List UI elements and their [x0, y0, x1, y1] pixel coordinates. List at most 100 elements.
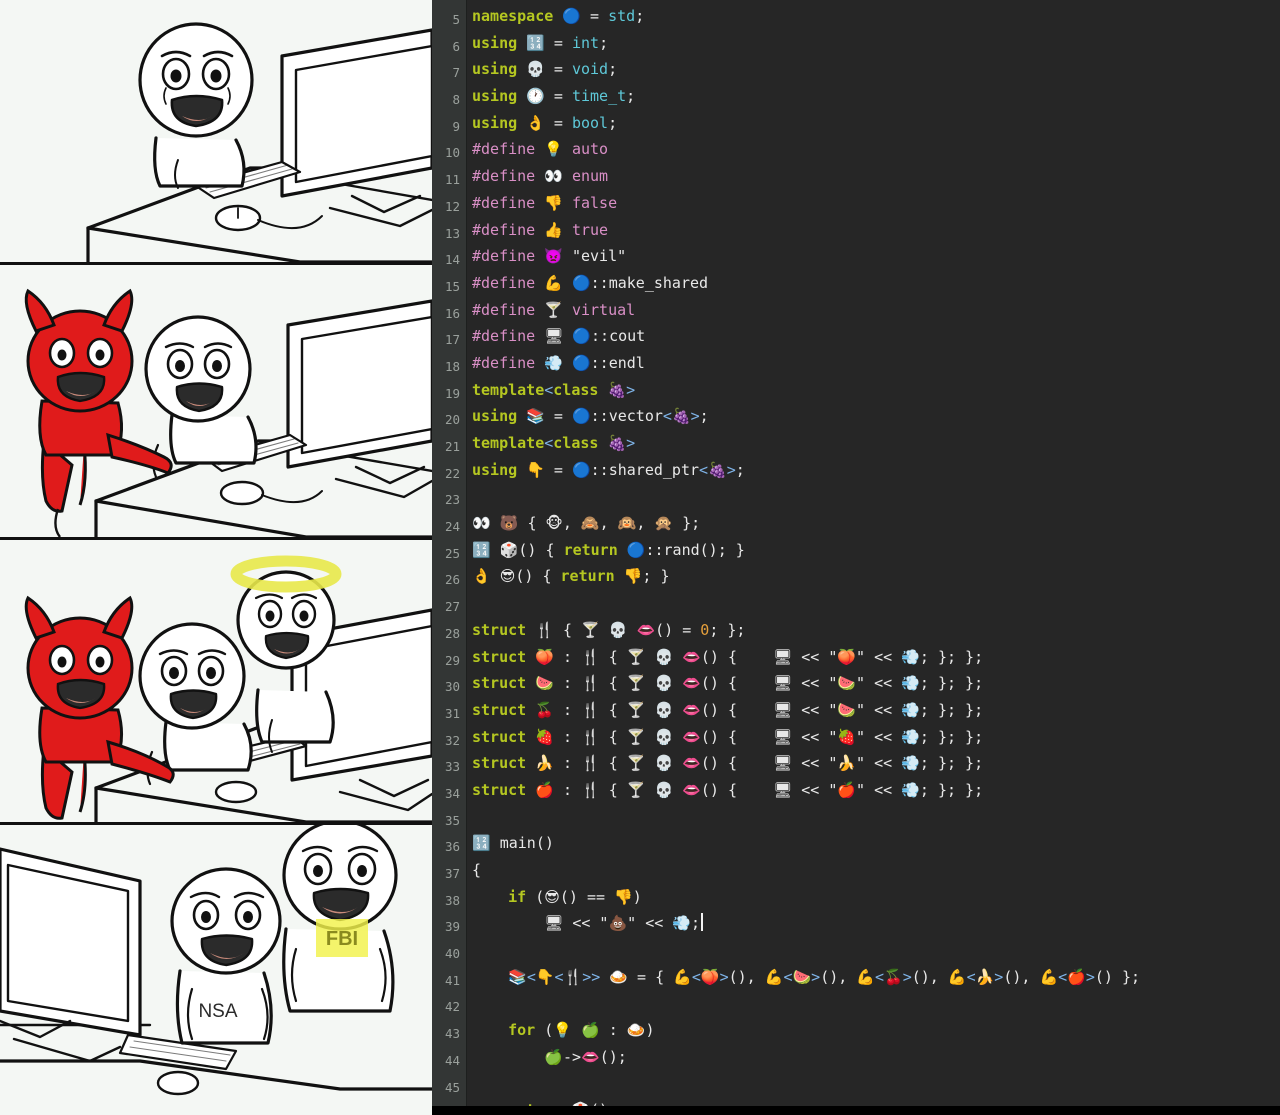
punc-token: (): [535, 834, 554, 853]
emoji-token: 😎: [499, 567, 516, 586]
code-line[interactable]: 11 #define 👀 enum: [432, 163, 1280, 190]
emoji-token: 🍇: [607, 380, 627, 399]
code-line[interactable]: 36 🔢 main(): [432, 830, 1280, 857]
code-line[interactable]: 17 #define 🖥 🔵::cout: [432, 323, 1280, 350]
code-line-text: #define 👎 false: [472, 194, 617, 212]
ang-token: <: [699, 460, 709, 479]
emoji-token: 🖥: [773, 727, 793, 746]
code-line[interactable]: 27: [432, 590, 1280, 617]
code-line[interactable]: 6 using 🔢 = int;: [432, 30, 1280, 57]
punc-token: () {: [518, 540, 564, 559]
code-line[interactable]: 12 #define 👎 false: [432, 190, 1280, 217]
code-line[interactable]: 35: [432, 804, 1280, 831]
punc-token: ;: [608, 60, 618, 79]
code-line-text: #define 👿 "evil": [472, 247, 626, 265]
code-line[interactable]: 41 📚<👇<🍴>> 🍛 = { 💪<🍑>(), 💪<🍉>(), 💪<🍒>(),…: [432, 964, 1280, 991]
code-line[interactable]: 32 struct 🍓 : 🍴 { 🍸 💀 👄() { 🖥 << "🍓" << 💨…: [432, 724, 1280, 751]
code-line[interactable]: 5 namespace 🔵 = std;: [432, 3, 1280, 30]
code-line[interactable]: 46 return 🎲();: [432, 1097, 1280, 1106]
punc-token: << ": [792, 727, 838, 746]
code-line[interactable]: 19 template<class 🍇>: [432, 377, 1280, 404]
punc-token: ;: [735, 460, 745, 479]
pp-token: #define: [472, 300, 536, 319]
code-line-text: #define 🖥 🔵::cout: [472, 327, 645, 345]
code-line[interactable]: 21 template<class 🍇>: [432, 430, 1280, 457]
code-line[interactable]: 29 struct 🍑 : 🍴 { 🍸 💀 👄() { 🖥 << "🍑" << 💨…: [432, 644, 1280, 671]
punc-token: ();: [599, 1047, 627, 1066]
code-line[interactable]: 23: [432, 483, 1280, 510]
pp-token: enum: [571, 167, 609, 186]
code-content[interactable]: 5 namespace 🔵 = std; 6 using 🔢 = int; 7 using…: [432, 0, 1280, 1106]
emoji-token: 💪: [764, 967, 784, 986]
kw-token: class: [553, 380, 599, 399]
punc-token: << ": [792, 754, 838, 773]
ang-token: <: [966, 967, 976, 986]
kw-token: for: [508, 1021, 536, 1040]
code-line[interactable]: 25 🔢 🎲() { return 🔵::rand(); }: [432, 537, 1280, 564]
code-line-text: using 👌 = bool;: [472, 114, 617, 132]
ty-token: void: [571, 60, 609, 79]
emoji-token: 👌: [526, 113, 545, 132]
code-line[interactable]: 7 using 💀 = void;: [432, 56, 1280, 83]
code-line[interactable]: 37{: [432, 857, 1280, 884]
pp-token: virtual: [571, 300, 636, 319]
code-line[interactable]: 33 struct 🍌 : 🍴 { 🍸 💀 👄() { 🖥 << "🍌" << 💨…: [432, 750, 1280, 777]
code-line[interactable]: 10 #define 💡 auto: [432, 136, 1280, 163]
code-line[interactable]: 8 using 🕐 = time_t;: [432, 83, 1280, 110]
code-line[interactable]: 43 for (💡 🍏 : 🍛): [432, 1017, 1280, 1044]
code-line[interactable]: 16 #define 🍸 virtual: [432, 297, 1280, 324]
code-line[interactable]: 44 🍏->👄();: [432, 1044, 1280, 1071]
pp-token: true: [571, 220, 609, 239]
code-line[interactable]: 45: [432, 1071, 1280, 1098]
code-line[interactable]: 40: [432, 937, 1280, 964]
code-line-text: struct 🍓 : 🍴 { 🍸 💀 👄() { 🖥 << "🍓" << 💨; …: [472, 728, 983, 746]
emoji-token: 🍸: [626, 780, 646, 799]
code-line[interactable]: 34 struct 🍎 : 🍴 { 🍸 💀 👄() { 🖥 << "🍎" << 💨…: [432, 777, 1280, 804]
code-line[interactable]: 13 #define 👍 true: [432, 217, 1280, 244]
emoji-token: 👀: [472, 514, 491, 533]
emoji-token: 🙊: [654, 514, 674, 533]
code-line[interactable]: 22 using 👇 = 🔵::shared_ptr<🍇>;: [432, 457, 1280, 484]
emoji-token: 💩: [608, 914, 628, 933]
code-line[interactable]: 20 using 📚 = 🔵::vector<🍇>;: [432, 403, 1280, 430]
code-line[interactable]: 24 👀 🐻 { 🐵, 🙈, 🙉, 🙊 };: [432, 510, 1280, 537]
code-line[interactable]: 15 #define 💪 🔵::make_shared: [432, 270, 1280, 297]
id-token: main: [499, 834, 536, 853]
punc-token: () {: [700, 700, 774, 719]
code-line[interactable]: 39 🖥 << "💩" << 💨;: [432, 910, 1280, 937]
code-line[interactable]: 18 #define 💨 🔵::endl: [432, 350, 1280, 377]
code-line[interactable]: 38 if (😎() == 👎): [432, 884, 1280, 911]
code-line[interactable]: 30 struct 🍉 : 🍴 { 🍸 💀 👄() { 🖥 << "🍉" << 💨…: [432, 670, 1280, 697]
emoji-token: 🖥: [773, 700, 793, 719]
emoji-token: 🍇: [607, 434, 627, 452]
code-line[interactable]: 9 using 👌 = bool;: [432, 110, 1280, 137]
kw-token: template: [472, 434, 545, 452]
emoji-token: 🍸: [626, 700, 646, 719]
code-line[interactable]: 42: [432, 990, 1280, 1017]
ang-token: >>: [582, 967, 601, 986]
code-line[interactable]: 14 #define 👿 "evil": [432, 243, 1280, 270]
code-line[interactable]: 28 struct 🍴 { 🍸 💀 👄() = 0; };: [432, 617, 1280, 644]
emoji-token: 👎: [544, 193, 563, 212]
punc-token: (),: [911, 967, 948, 986]
code-line[interactable]: 26 👌 😎() { return 👎; }: [432, 563, 1280, 590]
code-editor[interactable]: 5 namespace 🔵 = std; 6 using 🔢 = int; 7 using…: [432, 0, 1280, 1106]
code-line[interactable]: 31 struct 🍒 : 🍴 { 🍸 💀 👄() { 🖥 << "🍉" << 💨…: [432, 697, 1280, 724]
